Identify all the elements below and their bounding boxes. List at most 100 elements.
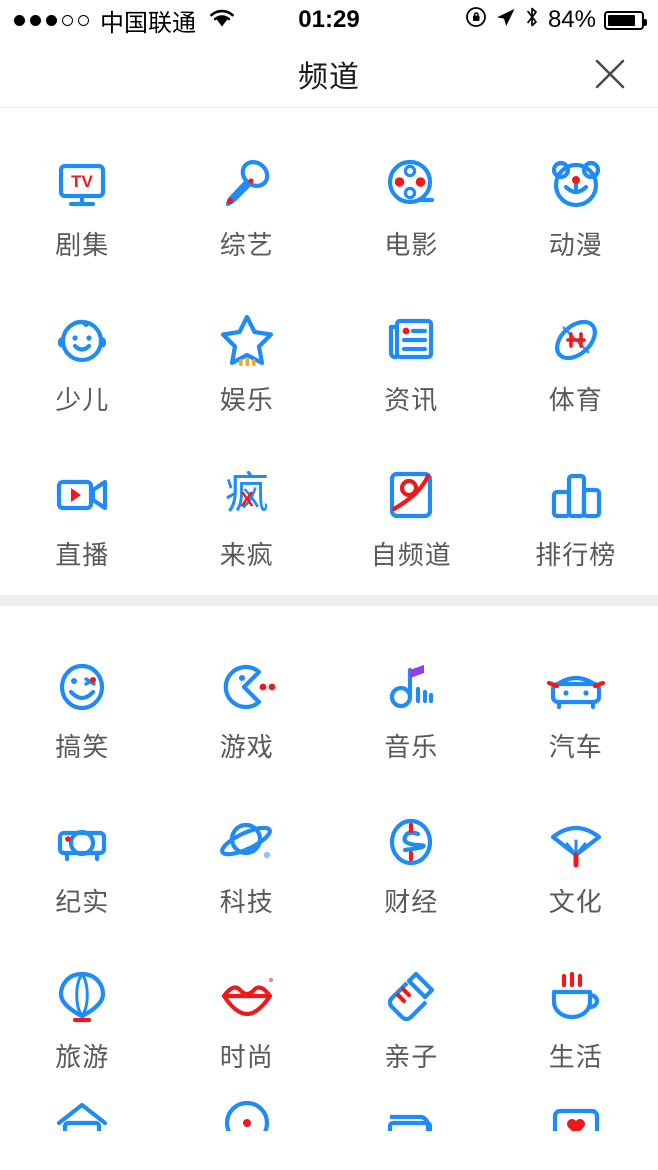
channel-grid-secondary: 搞笑 游戏 音乐 汽车纪实 科技 财经 文化旅游 时尚 亲子 生活 — [0, 632, 658, 1097]
status-bar: 中国联通 01:29 84% — [0, 0, 658, 40]
signal-dot — [62, 14, 73, 26]
channel-item-体育[interactable]: 体育 — [494, 285, 658, 440]
primary-channels-section: TV 剧集 综艺 电影 动漫少儿 娱乐 资讯 体育直播 疯 X 来疯 自频道 排行榜 — [0, 108, 658, 595]
microphone-icon — [216, 154, 278, 216]
channel-item-clock-dial[interactable] — [165, 1097, 330, 1131]
channel-item-label: 纪实 — [55, 887, 110, 917]
channel-item-heart-box[interactable] — [494, 1097, 658, 1131]
channel-item-label: 电影 — [384, 230, 439, 260]
bear-face-icon — [545, 154, 607, 216]
section-divider — [0, 595, 658, 606]
channel-item-文化[interactable]: 文化 — [494, 787, 658, 942]
channel-item-资讯[interactable]: 资讯 — [329, 285, 494, 440]
football-icon — [545, 309, 607, 371]
carrier-name: 中国联通 — [100, 9, 196, 37]
tv-monitor-icon: TV — [51, 154, 113, 216]
channel-item-生活[interactable]: 生活 — [494, 942, 658, 1097]
clock-dial-icon — [216, 1097, 278, 1131]
channel-item-label: 音乐 — [384, 732, 439, 762]
page-header: 频道 — [0, 40, 658, 108]
car-front-icon — [545, 656, 607, 718]
feng-character-icon: 疯X — [216, 464, 278, 526]
house-roof-icon — [51, 1097, 113, 1131]
channel-item-动漫[interactable]: 动漫 — [494, 130, 658, 285]
video-camera-icon — [51, 464, 113, 526]
channel-item-label: 财经 — [384, 887, 439, 917]
channel-item-label: 剧集 — [55, 230, 110, 260]
channel-item-财经[interactable]: 财经 — [329, 787, 494, 942]
signal-dot — [14, 14, 25, 26]
channel-item-label: 亲子 — [384, 1042, 439, 1072]
channel-item-label: 时尚 — [219, 1042, 274, 1072]
baby-bottle-icon — [380, 966, 442, 1028]
channel-item-label: 文化 — [548, 887, 603, 917]
channel-item-少儿[interactable]: 少儿 — [0, 285, 165, 440]
self-channel-icon — [380, 464, 442, 526]
channel-item-电影[interactable]: 电影 — [329, 130, 494, 285]
projector-icon — [51, 811, 113, 873]
channel-item-旅游[interactable]: 旅游 — [0, 942, 165, 1097]
secondary-channels-section: 搞笑 游戏 音乐 汽车纪实 科技 财经 文化旅游 时尚 亲子 生活 — [0, 606, 658, 1131]
channel-item-亲子[interactable]: 亲子 — [329, 942, 494, 1097]
film-reel-icon — [380, 154, 442, 216]
status-bar-left: 中国联通 — [14, 3, 236, 38]
channel-item-排行榜[interactable]: 排行榜 — [494, 440, 658, 595]
channel-item-音乐[interactable]: 音乐 — [329, 632, 494, 787]
channel-item-label: 游戏 — [219, 732, 274, 762]
svg-text:TV: TV — [71, 172, 93, 191]
music-note-icon — [380, 656, 442, 718]
signal-dot — [46, 14, 57, 26]
bluetooth-icon — [524, 6, 540, 34]
battery-percent-label: 84% — [547, 6, 596, 33]
channel-item-label: 动漫 — [548, 230, 603, 260]
page-title: 频道 — [298, 60, 360, 94]
channel-item-bed[interactable] — [329, 1097, 494, 1131]
bed-icon — [380, 1097, 442, 1131]
channel-item-自频道[interactable]: 自频道 — [329, 440, 494, 595]
bar-chart-icon — [545, 464, 607, 526]
baby-face-icon — [51, 309, 113, 371]
channel-item-label: 搞笑 — [55, 732, 110, 762]
dollar-circle-icon — [380, 811, 442, 873]
signal-dot — [30, 14, 41, 26]
signal-dot — [78, 14, 89, 26]
wifi-icon — [208, 7, 236, 34]
channel-item-label: 排行榜 — [535, 540, 617, 570]
channel-item-时尚[interactable]: 时尚 — [165, 942, 330, 1097]
channel-item-label: 娱乐 — [219, 385, 274, 415]
channel-item-来疯[interactable]: 疯 X 来疯 — [165, 440, 330, 595]
channel-item-label: 来疯 — [219, 540, 274, 570]
channel-item-剧集[interactable]: TV 剧集 — [0, 130, 165, 285]
pacman-icon — [216, 656, 278, 718]
coffee-cup-icon — [545, 966, 607, 1028]
channel-item-house-roof[interactable] — [0, 1097, 165, 1131]
location-arrow-icon — [495, 7, 516, 34]
close-icon[interactable] — [588, 52, 632, 96]
wink-smiley-icon — [51, 656, 113, 718]
channel-item-纪实[interactable]: 纪实 — [0, 787, 165, 942]
channel-item-label: 体育 — [548, 385, 603, 415]
channel-item-汽车[interactable]: 汽车 — [494, 632, 658, 787]
star-icon — [216, 309, 278, 371]
channel-item-综艺[interactable]: 综艺 — [165, 130, 330, 285]
channel-item-label: 汽车 — [548, 732, 603, 762]
status-bar-right: 84% — [465, 6, 647, 34]
channel-item-科技[interactable]: 科技 — [165, 787, 330, 942]
channel-item-label: 综艺 — [219, 230, 274, 260]
channel-grid-clipped — [0, 1097, 658, 1131]
newspaper-icon — [380, 309, 442, 371]
channel-item-label: 科技 — [219, 887, 274, 917]
hot-air-balloon-icon — [51, 966, 113, 1028]
signal-strength-dots — [14, 14, 89, 26]
channel-item-label: 少儿 — [55, 385, 110, 415]
folding-fan-icon — [545, 811, 607, 873]
channel-item-label: 生活 — [548, 1042, 603, 1072]
channel-grid-primary: TV 剧集 综艺 电影 动漫少儿 娱乐 资讯 体育直播 疯 X 来疯 自频道 排行榜 — [0, 130, 658, 595]
channel-item-label: 资讯 — [384, 385, 439, 415]
heart-box-icon — [545, 1097, 607, 1131]
red-lips-icon — [216, 966, 278, 1028]
channel-item-游戏[interactable]: 游戏 — [165, 632, 330, 787]
channel-item-直播[interactable]: 直播 — [0, 440, 165, 595]
channel-item-娱乐[interactable]: 娱乐 — [165, 285, 330, 440]
channel-item-搞笑[interactable]: 搞笑 — [0, 632, 165, 787]
